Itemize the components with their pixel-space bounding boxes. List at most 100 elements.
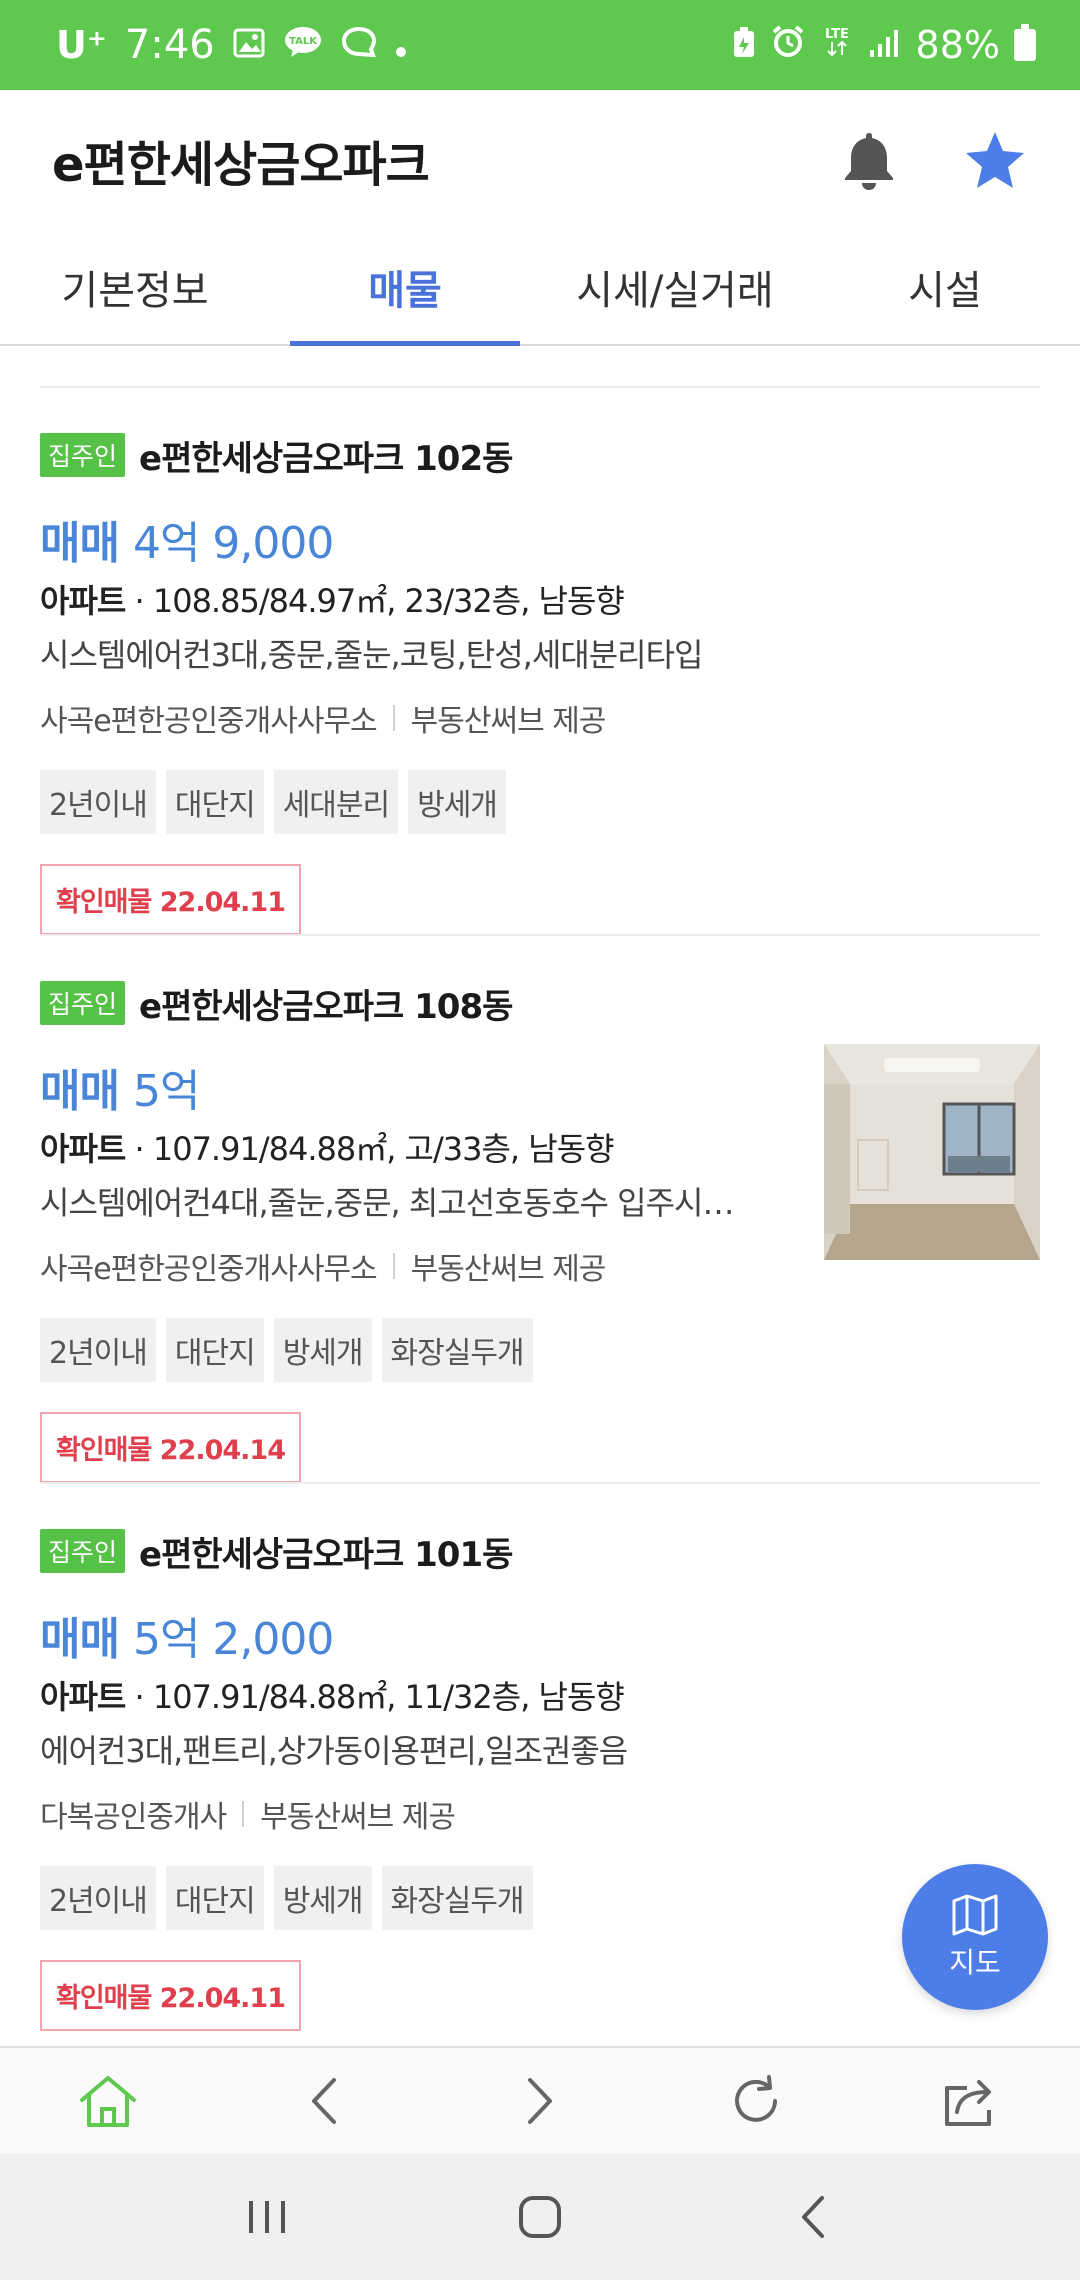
battery-icon <box>1014 24 1036 61</box>
tab-listings[interactable]: 매물 <box>270 230 540 346</box>
tab-facilities[interactable]: 시설 <box>810 230 1080 344</box>
browser-toolbar <box>0 2046 1080 2154</box>
kakaotalk-icon: TALK <box>283 22 323 68</box>
separator <box>242 1801 245 1827</box>
alarm-icon <box>770 23 806 67</box>
status-bar: U⁺ 7:46 TALK LTE 88% <box>0 0 1080 90</box>
chevron-left-icon <box>312 2078 336 2124</box>
description: 시스템에어컨3대,중문,줄눈,코팅,탄성,세대분리타입 <box>40 636 703 674</box>
page-title: e편한세상금오파크 <box>52 137 430 193</box>
chat-icon <box>341 22 377 68</box>
map-icon <box>952 1894 998 1936</box>
forward-button[interactable] <box>495 2056 585 2146</box>
divider <box>40 934 1040 936</box>
owner-badge: 집주인 <box>40 981 126 1025</box>
listing-item[interactable]: 집주인 e편한세상금오파크 108동 매매 5억 아파트 · 107.91/84… <box>40 978 1040 1518</box>
back-button[interactable] <box>279 2056 369 2146</box>
listing-item[interactable]: 집주인 e편한세상금오파크 102동 매매 4억 9,000 아파트 · 108… <box>40 430 1040 970</box>
map-button[interactable]: 지도 <box>902 1864 1048 2010</box>
description: 시스템에어컨4대,줄눈,중문, 최고선호동호수 입주시… <box>40 1184 734 1222</box>
tag-list: 2년이내 대단지 방세개 화장실두개 <box>40 1866 1040 1930</box>
tag-list: 2년이내 대단지 세대분리 방세개 <box>40 770 1040 834</box>
tab-basic-info[interactable]: 기본정보 <box>0 230 270 344</box>
price-type: 매매 <box>40 518 120 569</box>
notification-button[interactable] <box>836 127 902 193</box>
back-chevron-icon <box>802 2196 825 2238</box>
agency-name: 다복공인중개사 <box>40 1800 227 1835</box>
tab-bar: 기본정보 매물 시세/실거래 시설 <box>0 230 1080 346</box>
svg-text:TALK: TALK <box>289 36 318 47</box>
price-type: 매매 <box>40 1066 120 1117</box>
price: 매매 5억 2,000 <box>40 1604 1040 1666</box>
home-square-icon <box>518 2196 561 2238</box>
separator <box>392 705 395 731</box>
specs-detail: · 107.91/84.88㎡, 11/32층, 남동향 <box>134 1678 625 1716</box>
bell-icon <box>845 133 893 190</box>
owner-badge: 집주인 <box>40 433 126 477</box>
tag: 2년이내 <box>40 1318 156 1382</box>
tag: 세대분리 <box>273 770 399 834</box>
specs: 아파트 · 107.91/84.88㎡, 11/32층, 남동향 <box>40 1672 1040 1718</box>
divider <box>40 1482 1040 1484</box>
specs-detail: · 107.91/84.88㎡, 고/33층, 남동향 <box>134 1130 615 1168</box>
price-value: 5억 <box>132 1066 200 1117</box>
property-type: 아파트 <box>40 582 126 620</box>
gallery-icon <box>233 22 265 68</box>
verified-badge: 확인매물 22.04.11 <box>40 1960 301 2031</box>
tag: 화장실두개 <box>381 1318 533 1382</box>
agency-name: 사곡e편한공인중개사사무소 <box>40 704 378 739</box>
tag: 화장실두개 <box>381 1866 533 1930</box>
price: 매매 4억 9,000 <box>40 508 1040 570</box>
star-icon <box>966 132 1024 188</box>
system-home-button[interactable] <box>495 2172 585 2262</box>
refresh-icon <box>735 2075 777 2122</box>
tag: 대단지 <box>165 1866 264 1930</box>
refresh-button[interactable] <box>711 2056 801 2146</box>
provider: 부동산써브 제공 <box>410 1252 607 1287</box>
complex-name: e편한세상금오파크 101동 <box>139 1534 513 1575</box>
separator <box>392 1253 395 1279</box>
tag-list: 2년이내 대단지 방세개 화장실두개 <box>40 1318 1040 1382</box>
divider <box>40 386 1040 388</box>
recent-apps-button[interactable] <box>222 2172 312 2262</box>
tag: 2년이내 <box>40 1866 156 1930</box>
notification-dot-icon <box>395 22 407 68</box>
listing-photo[interactable] <box>824 1044 1040 1260</box>
recent-apps-icon <box>248 2201 285 2233</box>
property-type: 아파트 <box>40 1678 126 1716</box>
chevron-right-icon <box>528 2078 552 2124</box>
price-type: 매매 <box>40 1614 120 1665</box>
description: 에어컨3대,팬트리,상가동이용편리,일조권좋음 <box>40 1732 628 1770</box>
battery-saver-icon <box>732 23 756 67</box>
signal-icon <box>868 23 902 67</box>
clock: 7:46 <box>124 22 215 68</box>
share-button[interactable] <box>927 2056 1017 2146</box>
tag: 2년이내 <box>40 770 156 834</box>
tag: 방세개 <box>408 770 506 834</box>
home-icon <box>80 2076 136 2127</box>
battery-percent: 88% <box>915 23 1000 67</box>
home-button[interactable] <box>63 2056 153 2146</box>
share-icon <box>945 2080 991 2126</box>
tag: 대단지 <box>165 770 264 834</box>
listing-item[interactable]: 집주인 e편한세상금오파크 101동 매매 5억 2,000 아파트 · 107… <box>40 1526 1040 2046</box>
price-value: 5억 2,000 <box>132 1614 334 1665</box>
tag: 대단지 <box>165 1318 264 1382</box>
map-button-label: 지도 <box>949 1946 1001 1979</box>
specs-detail: · 108.85/84.97㎡, 23/32층, 남동향 <box>134 582 625 620</box>
tab-price-transactions[interactable]: 시세/실거래 <box>540 230 810 344</box>
verified-badge: 확인매물 22.04.14 <box>40 1412 301 1483</box>
carrier-label: U⁺ <box>56 23 107 67</box>
specs: 아파트 · 108.85/84.97㎡, 23/32층, 남동향 <box>40 576 1040 622</box>
provider: 부동산써브 제공 <box>410 704 607 739</box>
agency-name: 사곡e편한공인중개사사무소 <box>40 1252 378 1287</box>
property-type: 아파트 <box>40 1130 126 1168</box>
complex-name: e편한세상금오파크 102동 <box>139 438 513 479</box>
svg-text:LTE: LTE <box>825 27 849 42</box>
verified-badge: 확인매물 22.04.11 <box>40 864 301 935</box>
favorite-button[interactable] <box>962 127 1028 193</box>
provider: 부동산써브 제공 <box>260 1800 456 1835</box>
owner-badge: 집주인 <box>40 1529 126 1573</box>
app-header: e편한세상금오파크 <box>0 90 1080 230</box>
system-back-button[interactable] <box>768 2172 858 2262</box>
